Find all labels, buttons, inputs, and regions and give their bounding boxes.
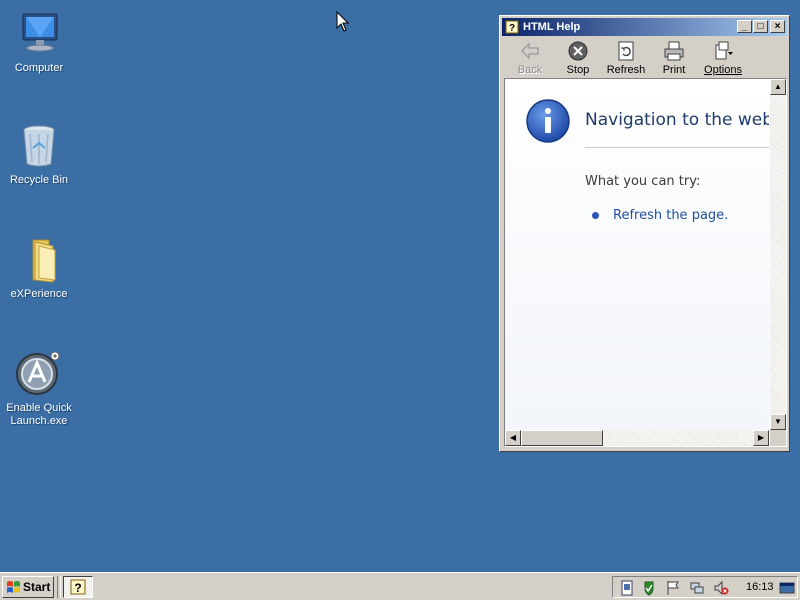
desktop-icon-enable-quick-launch[interactable]: Enable Quick Launch.exe (0, 350, 78, 428)
recycle-bin-icon (15, 122, 63, 170)
print-button[interactable]: Print (650, 40, 698, 76)
windows-logo-icon (6, 580, 21, 594)
network-icon[interactable] (689, 580, 705, 596)
computer-icon (15, 10, 63, 58)
desktop-icon-label: Recycle Bin (9, 174, 69, 186)
start-label: Start (23, 580, 51, 594)
back-arrow-icon (519, 40, 541, 62)
desktop-icon-label: Computer (14, 62, 64, 74)
refresh-page-link[interactable]: Refresh the page. (613, 208, 728, 223)
taskbar-separator (57, 576, 61, 598)
info-icon (525, 98, 571, 144)
window-title-bar[interactable]: ? HTML Help _ □ × (502, 18, 787, 36)
bullet-icon (592, 212, 599, 219)
vertical-scrollbar[interactable]: ▲ ▼ (770, 79, 786, 430)
volume-muted-icon[interactable] (713, 580, 729, 596)
stop-icon (567, 40, 589, 62)
document-tray-icon[interactable] (619, 580, 635, 596)
desktop-icon-label: Enable Quick Launch.exe (6, 402, 72, 427)
scrollbar-corner (770, 430, 786, 446)
desktop-icon-recycle-bin[interactable]: Recycle Bin (0, 122, 78, 187)
svg-text:?: ? (509, 23, 515, 34)
help-icon: ? (505, 20, 519, 34)
show-desktop-icon[interactable] (779, 580, 795, 596)
quick-launch-app-icon (15, 350, 63, 398)
desktop-icon-label: eXPerience (10, 288, 68, 300)
what-you-can-try-label: What you can try: (585, 174, 701, 189)
refresh-icon (615, 40, 637, 62)
help-icon: ? (70, 579, 86, 595)
scroll-right-button[interactable]: ▶ (753, 430, 769, 446)
heading-divider (585, 147, 769, 148)
mouse-cursor-icon (336, 10, 350, 33)
scroll-down-button[interactable]: ▼ (770, 414, 786, 430)
printer-icon (663, 40, 685, 62)
scroll-left-button[interactable]: ◀ (505, 430, 521, 446)
flag-icon[interactable] (665, 580, 681, 596)
page-heading: Navigation to the webpage was canceled (585, 110, 769, 130)
security-shield-icon[interactable] (641, 580, 657, 596)
refresh-button[interactable]: Refresh (602, 40, 650, 76)
help-content-pane: Navigation to the webpage was canceled W… (504, 78, 787, 447)
horizontal-scroll-thumb[interactable] (521, 430, 603, 446)
options-button[interactable]: Options (699, 40, 747, 76)
back-button[interactable]: Back (506, 40, 554, 76)
desktop-icon-computer[interactable]: Computer (0, 10, 78, 75)
clock[interactable]: 16:13 (746, 581, 774, 593)
options-icon (712, 40, 734, 62)
scroll-up-button[interactable]: ▲ (770, 79, 786, 95)
start-button[interactable]: Start (2, 576, 54, 598)
stop-button[interactable]: Stop (554, 40, 602, 76)
svg-text:?: ? (74, 581, 81, 595)
maximize-button[interactable]: □ (753, 20, 768, 33)
system-tray: 16:13 (612, 576, 798, 598)
close-button[interactable]: × (770, 20, 785, 33)
taskbar-button-html-help[interactable]: ? (63, 576, 93, 598)
taskbar: Start ? 16:13 (0, 572, 800, 600)
desktop-icon-experience[interactable]: eXPerience (0, 236, 78, 301)
minimize-button[interactable]: _ (737, 20, 752, 33)
html-help-window[interactable]: ? HTML Help _ □ × Back Stop Refresh Prin… (499, 15, 790, 452)
horizontal-scrollbar[interactable]: ◀ ▶ (505, 430, 769, 446)
window-title: HTML Help (523, 21, 581, 33)
error-page: Navigation to the webpage was canceled W… (505, 79, 769, 430)
folder-icon (15, 236, 63, 284)
